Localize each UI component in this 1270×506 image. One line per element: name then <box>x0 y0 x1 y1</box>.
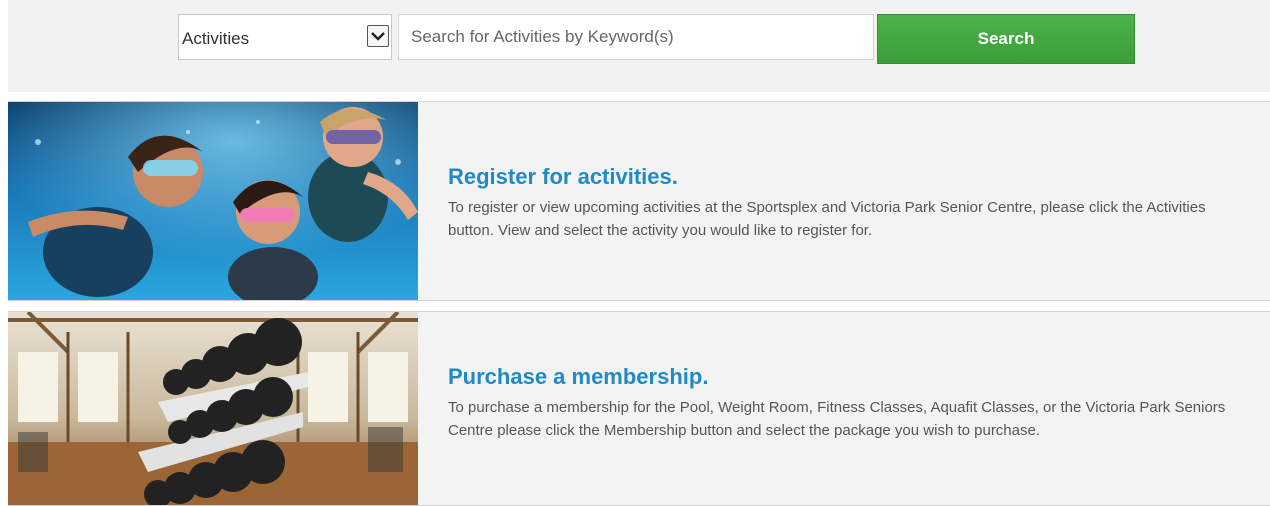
purchase-membership-panel: Purchase a membership. To purchase a mem… <box>8 311 1270 506</box>
search-button[interactable]: Search <box>877 14 1135 64</box>
keyword-search-input[interactable] <box>398 14 874 60</box>
purchase-membership-title[interactable]: Purchase a membership. <box>448 364 1248 390</box>
purchase-membership-text: Purchase a membership. To purchase a mem… <box>448 364 1248 442</box>
register-activities-text: Register for activities. To register or … <box>448 164 1248 242</box>
chevron-down-icon[interactable] <box>367 25 389 47</box>
category-select[interactable]: Activities <box>178 14 392 60</box>
category-select-value: Activities <box>182 29 250 48</box>
children-swimming-underwater-photo <box>8 102 418 300</box>
gym-dumbbell-rack-photo <box>8 312 418 505</box>
register-activities-description: To register or view upcoming activities … <box>448 199 1206 239</box>
register-activities-panel: Register for activities. To register or … <box>8 101 1270 301</box>
search-bar: Activities Search <box>8 0 1270 92</box>
register-activities-title[interactable]: Register for activities. <box>448 164 1248 190</box>
purchase-membership-description: To purchase a membership for the Pool, W… <box>448 399 1226 439</box>
